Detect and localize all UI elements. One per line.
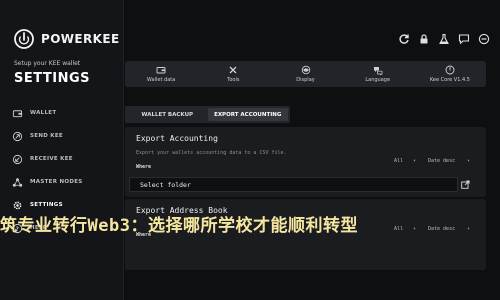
flask-icon[interactable] (437, 32, 451, 46)
lock-icon[interactable] (417, 32, 431, 46)
where-label: Where (136, 164, 152, 170)
sidebar-item-master-nodes[interactable]: MASTER NODES (12, 175, 83, 189)
tab-display[interactable]: Display (269, 61, 341, 87)
brand: POWERKEE (14, 29, 120, 49)
brand-name: POWERKEE (41, 32, 120, 46)
tab-label: Tools (227, 77, 240, 83)
send-icon (12, 131, 23, 141)
sidebar-item-label: WALLET (30, 110, 57, 116)
sidebar-item-label: SEND KEE (30, 133, 63, 139)
gear-icon (13, 201, 22, 209)
sidebar-item-label: SETTINGS (30, 202, 63, 208)
sidebar-item-wallet[interactable]: WALLET (12, 106, 56, 120)
select-folder-input[interactable]: Select folder (129, 177, 458, 192)
sidebar: POWERKEE Setup your KEE wallet SETTINGS … (0, 0, 124, 300)
nodes-icon (12, 177, 23, 187)
display-icon (301, 65, 310, 75)
tools-subtabs: WALLET BACKUP EXPORT ACCOUNTING (125, 106, 290, 123)
sidebar-item-label: MASTER NODES (30, 179, 83, 185)
tab-language[interactable]: Language (342, 61, 414, 87)
refresh-icon[interactable] (397, 32, 411, 46)
subtab-wallet-backup[interactable]: WALLET BACKUP (127, 108, 208, 121)
sidebar-item-label: RECEIVE KEE (30, 156, 73, 162)
tab-label: Display (296, 77, 315, 83)
overlay-headline: 筑专业转行Web3：选择哪所学校才能顺利转型 (0, 216, 358, 236)
filter-value: All (394, 158, 404, 164)
chat-icon[interactable] (457, 32, 471, 46)
tab-label: Wallet data (146, 77, 176, 83)
subtab-export-accounting[interactable]: EXPORT ACCOUNTING (207, 108, 288, 121)
chevron-down-icon: ▾ (466, 158, 470, 164)
card-title: Export Accounting (136, 134, 218, 143)
page-title: SETTINGS (14, 71, 91, 86)
filter-dropdown[interactable]: All ▾ (391, 156, 419, 166)
minimize-icon[interactable] (477, 32, 491, 46)
receive-icon (12, 154, 23, 164)
sort-value: Date desc (428, 158, 456, 164)
tab-tools[interactable]: Tools (197, 61, 269, 87)
export-icon[interactable] (461, 180, 470, 189)
tab-label: Kee Core V1.4.5 (429, 77, 470, 83)
language-icon (373, 67, 383, 75)
topbar-icons (397, 32, 491, 46)
sidebar-item-receive-kee[interactable]: RECEIVE KEE (12, 152, 73, 166)
tools-icon (229, 66, 237, 74)
card-description: Export your wallets accounting data to a… (136, 150, 287, 156)
sidebar-item-send-kee[interactable]: SEND KEE (12, 129, 63, 143)
setup-text: Setup your KEE wallet (14, 60, 81, 67)
sort-dropdown[interactable]: Date desc ▾ (425, 156, 473, 166)
tab-kee-core[interactable]: Kee Core V1.4.5 (414, 61, 486, 87)
tab-wallet-data[interactable]: Wallet data (125, 61, 197, 87)
kee-core-icon (445, 65, 455, 75)
tab-label: Language (365, 77, 391, 83)
power-logo-icon (14, 29, 34, 49)
export-accounting-card: Export Accounting Export your wallets ac… (125, 127, 486, 197)
wallet-icon (12, 109, 23, 117)
wallet-data-icon (156, 67, 166, 74)
settings-tabs: Wallet data Tools Display Language Kee C… (125, 61, 486, 87)
sidebar-item-settings[interactable]: SETTINGS (12, 198, 63, 212)
chevron-down-icon: ▾ (412, 158, 416, 164)
